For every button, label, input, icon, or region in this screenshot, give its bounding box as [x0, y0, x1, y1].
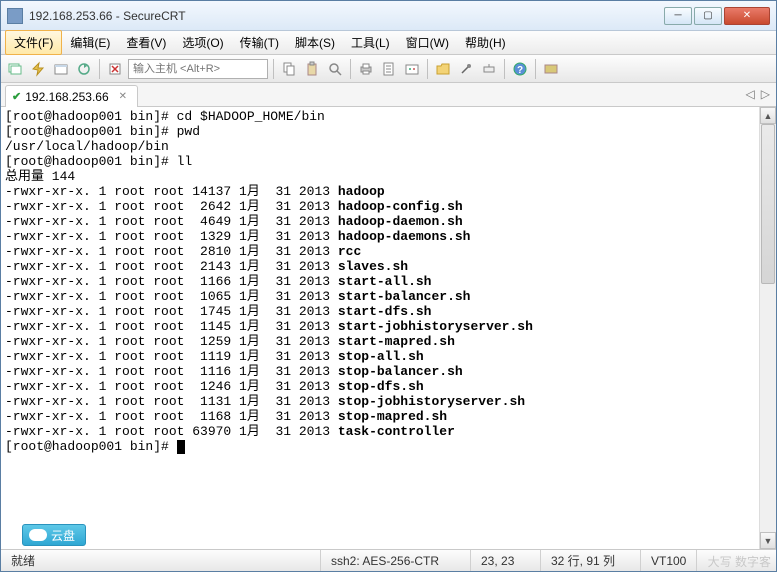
- tab-close-icon[interactable]: ✕: [119, 91, 127, 102]
- copy-icon[interactable]: [279, 59, 299, 79]
- status-ready: 就绪: [1, 550, 321, 571]
- keymap-icon[interactable]: [479, 59, 499, 79]
- scroll-down-icon[interactable]: ▼: [760, 532, 776, 549]
- tab-next-icon[interactable]: ▷: [761, 87, 770, 101]
- scroll-up-icon[interactable]: ▲: [760, 107, 776, 124]
- titlebar[interactable]: 192.168.253.66 - SecureCRT ─ ▢ ✕: [1, 1, 776, 31]
- folder-icon[interactable]: [433, 59, 453, 79]
- menu-window[interactable]: 窗口(W): [398, 31, 457, 54]
- disconnect-icon[interactable]: [105, 59, 125, 79]
- terminal[interactable]: [root@hadoop001 bin]# cd $HADOOP_HOME/bi…: [1, 107, 759, 549]
- scrollbar[interactable]: ▲ ▼: [759, 107, 776, 549]
- paste-icon[interactable]: [302, 59, 322, 79]
- menu-help[interactable]: 帮助(H): [457, 31, 514, 54]
- find-icon[interactable]: [325, 59, 345, 79]
- tab-prev-icon[interactable]: ◁: [746, 87, 755, 101]
- status-pos: 23, 23: [471, 550, 541, 571]
- connected-icon: ✔: [12, 90, 21, 103]
- menu-options[interactable]: 选项(O): [174, 31, 231, 54]
- cloud-disk-button[interactable]: 云盘: [22, 524, 86, 546]
- menu-transfer[interactable]: 传输(T): [232, 31, 287, 54]
- print-icon[interactable]: [356, 59, 376, 79]
- properties-icon[interactable]: [379, 59, 399, 79]
- scroll-track[interactable]: [760, 124, 776, 532]
- menu-edit[interactable]: 编辑(E): [62, 31, 118, 54]
- quick-connect-icon[interactable]: [28, 59, 48, 79]
- menu-tools[interactable]: 工具(L): [343, 31, 398, 54]
- options-icon[interactable]: [402, 59, 422, 79]
- settings-icon[interactable]: [456, 59, 476, 79]
- menu-file[interactable]: 文件(F): [5, 30, 62, 55]
- svg-text:?: ?: [517, 65, 523, 76]
- help-icon[interactable]: ?: [510, 59, 530, 79]
- cloud-label: 云盘: [51, 527, 75, 544]
- toggle-icon[interactable]: [541, 59, 561, 79]
- menubar: 文件(F) 编辑(E) 查看(V) 选项(O) 传输(T) 脚本(S) 工具(L…: [1, 31, 776, 55]
- host-input[interactable]: [128, 59, 268, 79]
- reconnect-icon[interactable]: [74, 59, 94, 79]
- status-ssh: ssh2: AES-256-CTR: [321, 550, 471, 571]
- statusbar: 就绪 ssh2: AES-256-CTR 23, 23 32 行, 91 列 V…: [1, 549, 776, 571]
- connect-icon[interactable]: [5, 59, 25, 79]
- app-icon: [7, 8, 23, 24]
- cloud-icon: [29, 529, 47, 541]
- tab-label: 192.168.253.66: [25, 90, 108, 104]
- scroll-thumb[interactable]: [761, 124, 775, 284]
- window-title: 192.168.253.66 - SecureCRT: [29, 9, 664, 23]
- minimize-button[interactable]: ─: [664, 7, 692, 25]
- tabbar: ✔ 192.168.253.66 ✕ ◁ ▷: [1, 83, 776, 107]
- session-tab-icon[interactable]: [51, 59, 71, 79]
- toolbar: ?: [1, 55, 776, 83]
- session-tab[interactable]: ✔ 192.168.253.66 ✕: [5, 85, 138, 107]
- menu-view[interactable]: 查看(V): [118, 31, 174, 54]
- close-button[interactable]: ✕: [724, 7, 770, 25]
- menu-script[interactable]: 脚本(S): [287, 31, 343, 54]
- maximize-button[interactable]: ▢: [694, 7, 722, 25]
- status-term: VT100: [641, 550, 697, 571]
- status-dim: 32 行, 91 列: [541, 550, 641, 571]
- watermark: 大写 数字客: [708, 553, 771, 570]
